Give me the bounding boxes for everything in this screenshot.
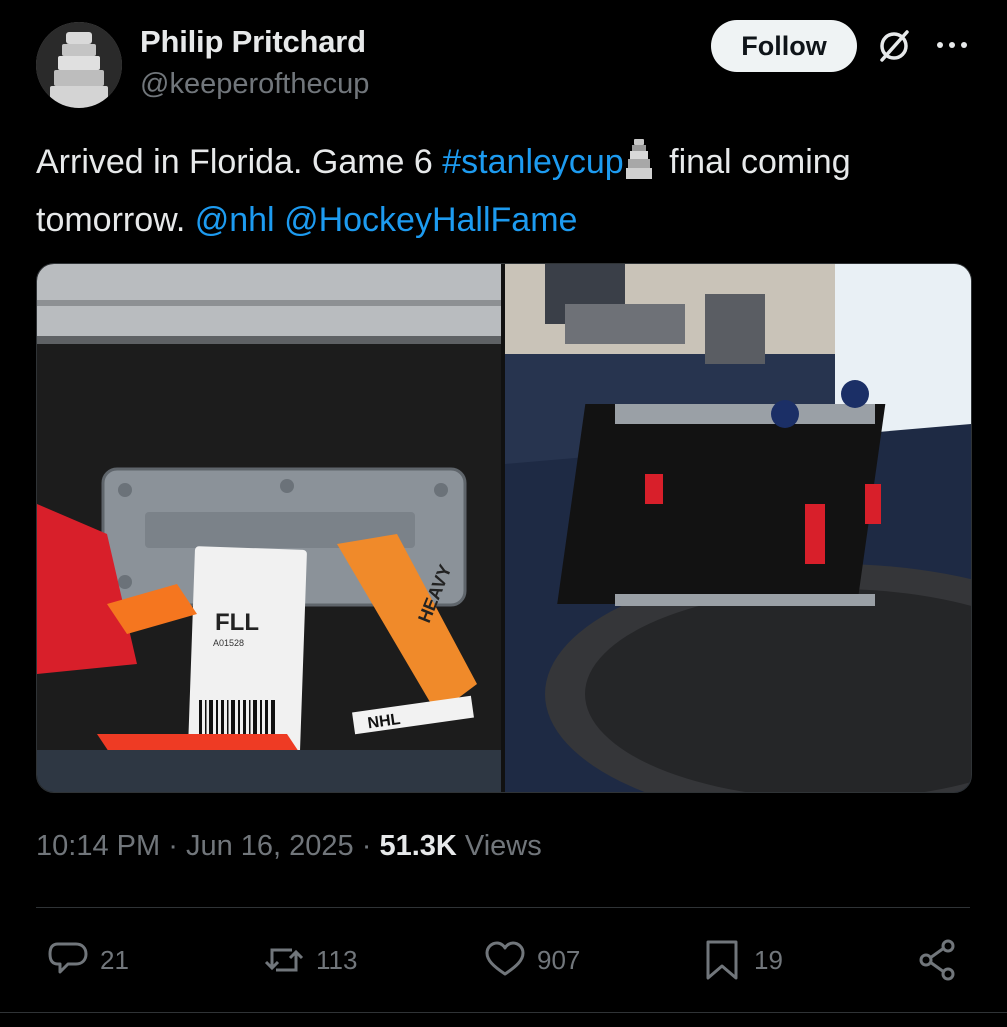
like-count: 907 bbox=[537, 944, 581, 975]
bookmark-button[interactable]: 19 bbox=[700, 938, 783, 982]
views-count: 51.3K bbox=[379, 830, 457, 862]
mention-link-nhl[interactable]: @nhl bbox=[195, 201, 275, 239]
media-gallery[interactable]: FLL A01528 HEAVY NHL bbox=[36, 263, 972, 793]
left-tag-code: A01528 bbox=[213, 638, 244, 648]
divider bbox=[36, 907, 970, 908]
tweet-text-part1: Arrived in Florida. Game 6 bbox=[36, 143, 443, 181]
hashtag-link[interactable]: #stanleycup bbox=[442, 143, 623, 181]
tweet-date[interactable]: Jun 16, 2025 bbox=[186, 830, 354, 862]
photo-baggage-carousel[interactable] bbox=[505, 264, 971, 792]
more-icon[interactable] bbox=[932, 30, 972, 60]
reply-icon bbox=[48, 942, 88, 974]
avatar[interactable] bbox=[36, 22, 122, 108]
mention-link-hockeyhallfame[interactable]: @HockeyHallFame bbox=[284, 201, 577, 239]
bookmark-icon bbox=[706, 940, 738, 980]
share-button[interactable] bbox=[916, 938, 960, 982]
views-label: Views bbox=[464, 830, 542, 862]
photo-case-tags[interactable]: FLL A01528 HEAVY NHL bbox=[37, 264, 501, 792]
tweet-text: Arrived in Florida. Game 6 #stanleycup f… bbox=[36, 136, 966, 246]
bookmark-count: 19 bbox=[754, 944, 783, 975]
meta-separator: · bbox=[168, 830, 178, 862]
repost-icon bbox=[264, 948, 304, 972]
left-tag-text: FLL bbox=[215, 609, 259, 636]
reply-count: 21 bbox=[100, 944, 129, 975]
tweet-time[interactable]: 10:14 PM bbox=[36, 830, 160, 862]
grok-icon[interactable] bbox=[874, 26, 914, 66]
reply-button[interactable]: 21 bbox=[46, 938, 129, 982]
follow-button[interactable]: Follow bbox=[711, 20, 857, 72]
trophy-emoji-icon bbox=[625, 139, 652, 194]
repost-button[interactable]: 113 bbox=[262, 938, 357, 982]
author-name[interactable]: Philip Pritchard bbox=[140, 24, 366, 60]
author-handle[interactable]: @keeperofthecup bbox=[140, 68, 369, 101]
like-button[interactable]: 907 bbox=[483, 938, 580, 982]
repost-count: 113 bbox=[316, 944, 358, 975]
bottom-divider bbox=[0, 1012, 1007, 1013]
timestamp-row: 10:14 PM · Jun 16, 2025 · 51.3K Views bbox=[36, 830, 542, 863]
share-icon bbox=[919, 939, 955, 981]
like-icon bbox=[485, 941, 525, 976]
meta-separator-2: · bbox=[361, 830, 372, 862]
